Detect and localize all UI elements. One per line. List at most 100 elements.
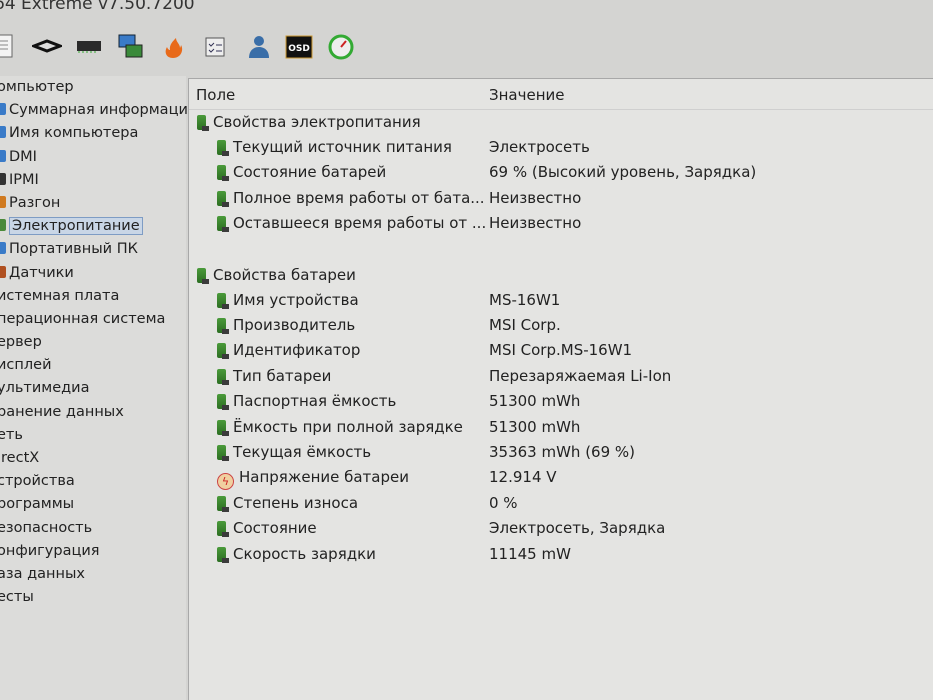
- tree-item[interactable]: истемная плата: [0, 285, 186, 308]
- audit-checklist-button[interactable]: [200, 34, 230, 62]
- section-title: Свойства электропитания: [197, 110, 421, 134]
- field-cell: Степень износа: [217, 491, 358, 515]
- table-row[interactable]: Имя устройства MS-16W1: [189, 288, 933, 312]
- value-cell: Неизвестно: [489, 214, 582, 233]
- tree-item[interactable]: Разгон: [0, 192, 186, 215]
- field-label: Состояние: [233, 519, 317, 538]
- table-row[interactable]: Состояние Электросеть, Зарядка: [189, 516, 933, 540]
- field-cell: Скорость зарядки: [217, 542, 376, 566]
- tree-item[interactable]: исплей: [0, 354, 186, 377]
- table-row[interactable]: ϟ Напряжение батареи 12.914 V: [189, 465, 933, 491]
- table-row[interactable]: Полное время работы от бата... Неизвестно: [189, 186, 933, 210]
- tree-item[interactable]: рограммы: [0, 493, 186, 516]
- tree-item[interactable]: Датчики: [0, 262, 186, 285]
- motherboard-icon: [116, 32, 146, 64]
- table-row[interactable]: Текущий источник питания Электросеть: [189, 135, 933, 159]
- table-row[interactable]: Производитель MSI Corp.: [189, 313, 933, 337]
- tree-item[interactable]: перационная система: [0, 308, 186, 331]
- value-cell: 51300 mWh: [489, 417, 581, 436]
- table-row[interactable]: Тип батареи Перезаряжаемая Li-Ion: [189, 364, 933, 388]
- value-cell: 0 %: [489, 493, 518, 512]
- tree-item-icon: [0, 172, 6, 185]
- column-value-header[interactable]: Значение: [489, 86, 565, 104]
- field-cell: Имя устройства: [217, 288, 359, 312]
- field-cell: Полное время работы от бата...: [217, 186, 485, 210]
- tree-item[interactable]: DMI: [0, 146, 186, 169]
- battery-icon: [217, 521, 229, 538]
- tree-item[interactable]: аза данных: [0, 563, 186, 586]
- field-cell: Идентификатор: [217, 338, 360, 362]
- memory-icon: [74, 32, 104, 64]
- tree-item-icon: [0, 219, 6, 232]
- tree-item[interactable]: езопасность: [0, 517, 186, 540]
- table-row[interactable]: Идентификатор MSI Corp.MS-16W1: [189, 338, 933, 362]
- tree-item-icon: [0, 195, 6, 208]
- field-label: Идентификатор: [233, 341, 361, 360]
- tree-item[interactable]: irectX: [0, 447, 186, 470]
- column-header: Поле Значение: [189, 79, 933, 110]
- table-row[interactable]: Ёмкость при полной зарядке 51300 mWh: [189, 415, 933, 439]
- section-title-text: Свойства батареи: [213, 265, 356, 284]
- tree-item-label: перационная система: [0, 310, 166, 327]
- table-row[interactable]: Текущая ёмкость 35363 mWh (69 %): [189, 440, 933, 464]
- tree-item[interactable]: IPMI: [0, 169, 186, 192]
- table-row[interactable]: Оставшееся время работы от ... Неизвестно: [189, 211, 933, 235]
- tree-item-label: еть: [0, 426, 23, 443]
- tree-item[interactable]: ультимедиа: [0, 377, 186, 400]
- tree-item[interactable]: Электропитание: [0, 215, 186, 238]
- gauge-button[interactable]: [326, 34, 356, 62]
- audit-checklist-icon: [200, 32, 230, 64]
- voltage-icon: ϟ: [217, 473, 234, 491]
- stress-test-flame-icon: [158, 32, 188, 64]
- table-row[interactable]: Паспортная ёмкость 51300 mWh: [189, 389, 933, 413]
- field-cell: Тип батареи: [217, 364, 331, 388]
- svg-text:OSD: OSD: [288, 44, 310, 54]
- table-row[interactable]: Степень износа 0 %: [189, 491, 933, 515]
- tree-item[interactable]: есты: [0, 586, 186, 609]
- table-row[interactable]: Состояние батарей 69 % (Высокий уровень, …: [189, 160, 933, 184]
- field-label: Текущая ёмкость: [233, 443, 372, 461]
- tree-item[interactable]: онфигурация: [0, 540, 186, 563]
- memory-button[interactable]: [74, 34, 104, 62]
- cpu-button[interactable]: [29, 34, 65, 62]
- gauge-icon: [326, 32, 356, 64]
- table-row[interactable]: Скорость зарядки 11145 mW: [189, 542, 933, 566]
- tree-item[interactable]: Портативный ПК: [0, 238, 186, 261]
- tree-item[interactable]: Суммарная информаци: [0, 99, 188, 122]
- tree-item[interactable]: ервер: [0, 331, 186, 354]
- field-label: Степень износа: [233, 493, 359, 512]
- users-button[interactable]: [242, 34, 272, 62]
- tree-item-label: исплей: [0, 357, 52, 374]
- value-cell: Перезаряжаемая Li-Ion: [489, 366, 672, 385]
- tree-item[interactable]: Имя компьютера: [0, 122, 186, 145]
- motherboard-button[interactable]: [116, 34, 146, 62]
- value-cell: MS-16W1: [489, 290, 561, 309]
- battery-icon: [197, 115, 209, 131]
- tree-item-label: онфигурация: [0, 542, 100, 559]
- osd-button[interactable]: OSD: [284, 34, 314, 62]
- field-label: Тип батареи: [233, 366, 332, 385]
- tree-item[interactable]: стройства: [0, 470, 186, 493]
- value-cell: MSI Corp.MS-16W1: [489, 341, 633, 360]
- tree-item-label: Портативный ПК: [9, 241, 138, 258]
- stress-test-flame-button[interactable]: [158, 34, 188, 62]
- battery-icon: [217, 445, 229, 461]
- tree-item[interactable]: еть: [0, 424, 186, 447]
- navigation-tree[interactable]: омпьютер Суммарная информаци Имя компьютер…: [0, 76, 188, 700]
- field-cell: Состояние: [217, 516, 317, 540]
- field-cell: Текущая ёмкость: [217, 440, 371, 464]
- tree-item[interactable]: омпьютер: [0, 76, 186, 99]
- battery-icon: [217, 190, 229, 207]
- column-field-header[interactable]: Поле: [196, 86, 235, 104]
- tree-item-label: DMI: [9, 148, 37, 165]
- battery-icon: [217, 368, 229, 385]
- field-cell: Ёмкость при полной зарядке: [217, 415, 463, 439]
- field-label: Текущий источник питания: [233, 138, 452, 156]
- tree-item-label: IPMI: [9, 171, 39, 188]
- report-button[interactable]: [0, 34, 20, 62]
- users-icon: [242, 32, 272, 64]
- tree-item[interactable]: ранение данных: [0, 401, 186, 424]
- battery-icon: [217, 495, 229, 512]
- value-cell: 51300 mWh: [489, 392, 581, 411]
- field-label: Состояние батарей: [233, 163, 387, 182]
